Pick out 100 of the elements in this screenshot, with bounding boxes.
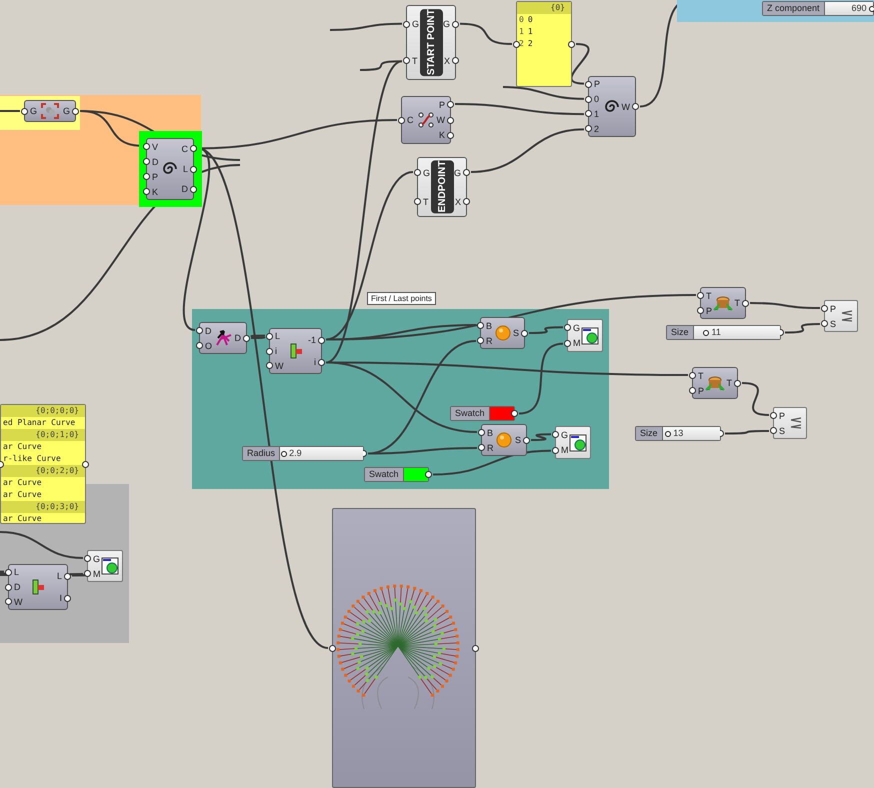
- port-icon[interactable]: [521, 330, 528, 336]
- port-icon[interactable]: [523, 436, 530, 444]
- group-background[interactable]: V D P K C L D: [139, 131, 202, 207]
- port-icon[interactable]: [447, 101, 454, 108]
- panel[interactable]: {0} 0 0 1 1 2 2: [516, 1, 572, 87]
- port-icon[interactable]: [21, 108, 28, 114]
- swatch-colour[interactable]: [490, 407, 514, 420]
- slider-knob[interactable]: [281, 451, 288, 457]
- port-icon[interactable]: [513, 40, 520, 48]
- port-icon[interactable]: [190, 186, 197, 192]
- component-node[interactable]: L i W -1 i: [269, 328, 322, 374]
- port-icon[interactable]: [477, 322, 484, 329]
- port-icon[interactable]: [414, 198, 421, 205]
- port-icon[interactable]: [689, 387, 696, 394]
- port-icon[interactable]: [478, 429, 485, 436]
- port-icon[interactable]: [318, 336, 325, 344]
- port-icon[interactable]: [143, 143, 150, 150]
- port-icon[interactable]: [84, 555, 91, 562]
- port-icon[interactable]: [190, 145, 197, 152]
- colour-swatch[interactable]: Swatch: [450, 406, 515, 421]
- preview-node[interactable]: G M: [567, 319, 603, 352]
- port-icon[interactable]: [72, 108, 79, 114]
- port-icon[interactable]: [64, 594, 71, 602]
- port-icon[interactable]: [143, 188, 150, 195]
- component-node[interactable]: D O D: [199, 322, 247, 354]
- tooltip: First / Last points: [367, 292, 436, 305]
- port-icon[interactable]: [190, 166, 197, 172]
- port-icon[interactable]: [414, 169, 421, 176]
- component-node[interactable]: T P T: [692, 367, 738, 399]
- port-icon[interactable]: [770, 412, 777, 419]
- port-icon[interactable]: [447, 132, 454, 139]
- panel-path-header: {0;0;1;0}: [1, 429, 85, 441]
- slider-label: Z component: [763, 2, 825, 15]
- number-slider[interactable]: Z component 690: [762, 1, 874, 16]
- port-icon[interactable]: [770, 427, 777, 434]
- port-icon[interactable]: [82, 460, 89, 468]
- preview-node[interactable]: G M: [555, 426, 591, 459]
- swatch-colour[interactable]: [404, 468, 428, 481]
- port-icon[interactable]: [452, 57, 459, 64]
- port-icon[interactable]: [196, 327, 203, 334]
- port-icon[interactable]: [143, 173, 150, 180]
- tag-node[interactable]: P S: [824, 300, 858, 332]
- bars-icon: [288, 343, 304, 359]
- port-icon[interactable]: [398, 116, 405, 124]
- component-node[interactable]: G G: [24, 100, 76, 122]
- port-icon[interactable]: [196, 342, 203, 349]
- port-icon[interactable]: [697, 292, 704, 299]
- port-icon[interactable]: [697, 307, 704, 314]
- port-icon[interactable]: [463, 198, 470, 205]
- port-icon[interactable]: [689, 372, 696, 379]
- port-icon[interactable]: [472, 644, 479, 652]
- port-icon[interactable]: [821, 320, 828, 327]
- port-label: P: [438, 100, 445, 110]
- colour-swatch[interactable]: Swatch: [364, 467, 429, 482]
- panel[interactable]: {0;0;0;0} ed Planar Curve {0;0;1;0} ar Curve r-like Curve {0;0;2;0} ar Curve ar Curve {0;0;3;0} ar Curve: [0, 404, 86, 524]
- port-icon[interactable]: [564, 340, 571, 347]
- slider-track[interactable]: 11: [694, 326, 780, 339]
- port-icon[interactable]: [403, 20, 410, 28]
- slider-track[interactable]: 13: [662, 427, 720, 440]
- port-icon[interactable]: [734, 380, 741, 386]
- slider-knob[interactable]: [868, 6, 874, 12]
- port-label: C: [407, 115, 414, 125]
- port-icon[interactable]: [403, 57, 410, 64]
- port-icon[interactable]: [64, 572, 71, 580]
- component-node[interactable]: C P W K: [401, 96, 451, 144]
- port-icon[interactable]: [478, 444, 485, 451]
- slider-track[interactable]: 690: [824, 2, 873, 15]
- port-icon[interactable]: [477, 337, 484, 344]
- component-node[interactable]: T P T: [700, 287, 746, 319]
- port-icon[interactable]: [568, 40, 575, 48]
- port-icon[interactable]: [5, 584, 12, 590]
- port-icon[interactable]: [552, 446, 559, 454]
- component-node[interactable]: B R S: [480, 317, 525, 349]
- preview-node[interactable]: G M: [87, 550, 123, 582]
- port-icon[interactable]: [632, 103, 639, 110]
- component-node[interactable]: L D W L I: [8, 564, 68, 610]
- port-icon[interactable]: [243, 334, 250, 342]
- component-node[interactable]: B R S: [481, 424, 527, 456]
- port-icon[interactable]: [452, 20, 459, 28]
- port-label: S: [512, 328, 519, 338]
- port-icon[interactable]: [143, 158, 150, 165]
- port-icon[interactable]: [463, 169, 470, 176]
- slider-knob[interactable]: [703, 330, 710, 336]
- group-background[interactable]: Z component 690: [677, 0, 874, 22]
- port-icon[interactable]: [84, 570, 91, 577]
- component-node[interactable]: P 0 1 2 W: [588, 76, 636, 137]
- curve-icon: [416, 110, 436, 130]
- tag-node[interactable]: P S: [773, 407, 807, 439]
- port-icon[interactable]: [318, 358, 325, 366]
- port-icon[interactable]: [564, 324, 571, 332]
- port-icon[interactable]: [742, 300, 749, 306]
- port-icon[interactable]: [821, 305, 828, 312]
- port-icon[interactable]: [552, 431, 559, 438]
- port-icon[interactable]: [266, 348, 273, 354]
- slider-knob[interactable]: [665, 431, 672, 437]
- slider-track[interactable]: 2.9: [280, 447, 363, 460]
- port-icon[interactable]: [329, 644, 336, 652]
- port-icon[interactable]: [447, 116, 454, 124]
- panel-item: ar Curve: [3, 441, 42, 453]
- component-node[interactable]: V D P K C L D: [146, 138, 194, 200]
